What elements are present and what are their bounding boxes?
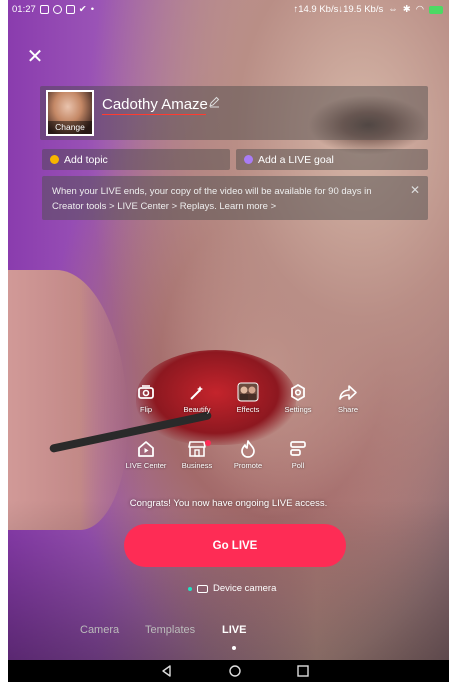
live-header-card (40, 86, 428, 140)
video-source-selector[interactable]: Device camera (188, 583, 276, 594)
go-live-label: Go LIVE (212, 539, 258, 552)
beautify-button[interactable]: Beautify (171, 384, 223, 414)
beautify-label: Beautify (183, 405, 211, 414)
effects-label: Effects (236, 405, 260, 414)
active-tab-indicator (232, 646, 236, 650)
recents-icon[interactable] (296, 664, 310, 678)
link-icon: ⇔ (388, 4, 398, 15)
poll-button[interactable]: Poll (272, 440, 324, 470)
back-icon[interactable] (160, 664, 174, 678)
promote-label: Promote (233, 461, 263, 470)
live-center-icon (138, 441, 154, 457)
dot-icon: • (90, 4, 95, 15)
replay-notice: When your LIVE ends, your copy of the vi… (42, 176, 428, 220)
wifi-icon: ◠ (415, 4, 424, 15)
battery-icon (429, 5, 443, 14)
tab-live[interactable]: LIVE (222, 624, 246, 636)
camera-icon (197, 584, 208, 593)
notice-text[interactable]: When your LIVE ends, your copy of the vi… (52, 184, 392, 214)
settings-button[interactable]: Settings (272, 384, 324, 414)
camera-preview: 01:27 ✔ • ↑14.9 Kb/s↓19.5 Kb/s ⇔ ✱ ◠ ✕ C… (8, 0, 449, 660)
poll-icon (290, 441, 306, 456)
settings-label: Settings (284, 405, 312, 414)
cover-image[interactable]: Change (46, 90, 94, 136)
flip-button[interactable]: Flip (120, 384, 172, 414)
add-goal-label: Add a LIVE goal (258, 154, 334, 166)
home-icon[interactable] (228, 664, 242, 678)
live-title[interactable]: Cadothy Amaze (102, 96, 208, 113)
mode-tabs: Camera Templates LIVE (8, 624, 449, 644)
network-speed: ↑14.9 Kb/s↓19.5 Kb/s (293, 4, 384, 15)
effects-button[interactable]: Effects (222, 382, 274, 414)
android-nav-bar (8, 660, 449, 682)
add-topic-button[interactable]: Add topic (42, 149, 230, 170)
flame-icon (241, 440, 255, 458)
business-button[interactable]: Business (171, 440, 223, 470)
tab-templates[interactable]: Templates (145, 624, 195, 636)
flip-camera-icon (138, 385, 154, 399)
play-icon (65, 5, 75, 14)
business-label: Business (181, 461, 213, 470)
go-live-button[interactable]: Go LIVE (124, 524, 346, 567)
status-bar: 01:27 ✔ • ↑14.9 Kb/s↓19.5 Kb/s ⇔ ✱ ◠ (8, 0, 449, 20)
close-button[interactable]: ✕ (26, 47, 44, 67)
poll-label: Poll (291, 461, 305, 470)
flip-label: Flip (139, 405, 153, 414)
live-center-label: LIVE Center (125, 461, 167, 470)
status-time: 01:27 (12, 4, 36, 15)
goal-icon (244, 155, 253, 164)
promote-button[interactable]: Promote (222, 440, 274, 470)
change-cover-label[interactable]: Change (48, 121, 92, 134)
app-icon (52, 5, 62, 14)
effects-thumbnail-icon (237, 382, 259, 402)
beautify-wand-icon (190, 386, 203, 400)
gear-icon (291, 384, 305, 402)
congrats-message: Congrats! You now have ongoing LIVE acce… (129, 498, 328, 509)
live-center-button[interactable]: LIVE Center (120, 440, 172, 470)
share-button[interactable]: Share (322, 384, 374, 414)
tab-camera[interactable]: Camera (80, 624, 119, 636)
bluetooth-icon: ✱ (402, 4, 411, 15)
add-topic-label: Add topic (64, 154, 108, 166)
share-label: Share (337, 405, 358, 414)
notification-dot (205, 440, 211, 446)
share-arrow-icon (339, 385, 357, 400)
active-dot (188, 586, 192, 591)
gallery-icon (39, 5, 49, 14)
add-live-goal-button[interactable]: Add a LIVE goal (236, 149, 428, 170)
storefront-icon (188, 441, 206, 457)
check-icon: ✔ (78, 4, 87, 15)
preview-hand (8, 270, 128, 530)
pencil-icon[interactable] (208, 96, 220, 108)
spellcheck-underline (102, 114, 206, 115)
device-camera-label: Device camera (213, 583, 277, 594)
topic-icon (50, 155, 59, 164)
device-frame: 01:27 ✔ • ↑14.9 Kb/s↓19.5 Kb/s ⇔ ✱ ◠ ✕ C… (8, 0, 449, 682)
notice-close-icon[interactable]: ✕ (410, 183, 420, 197)
